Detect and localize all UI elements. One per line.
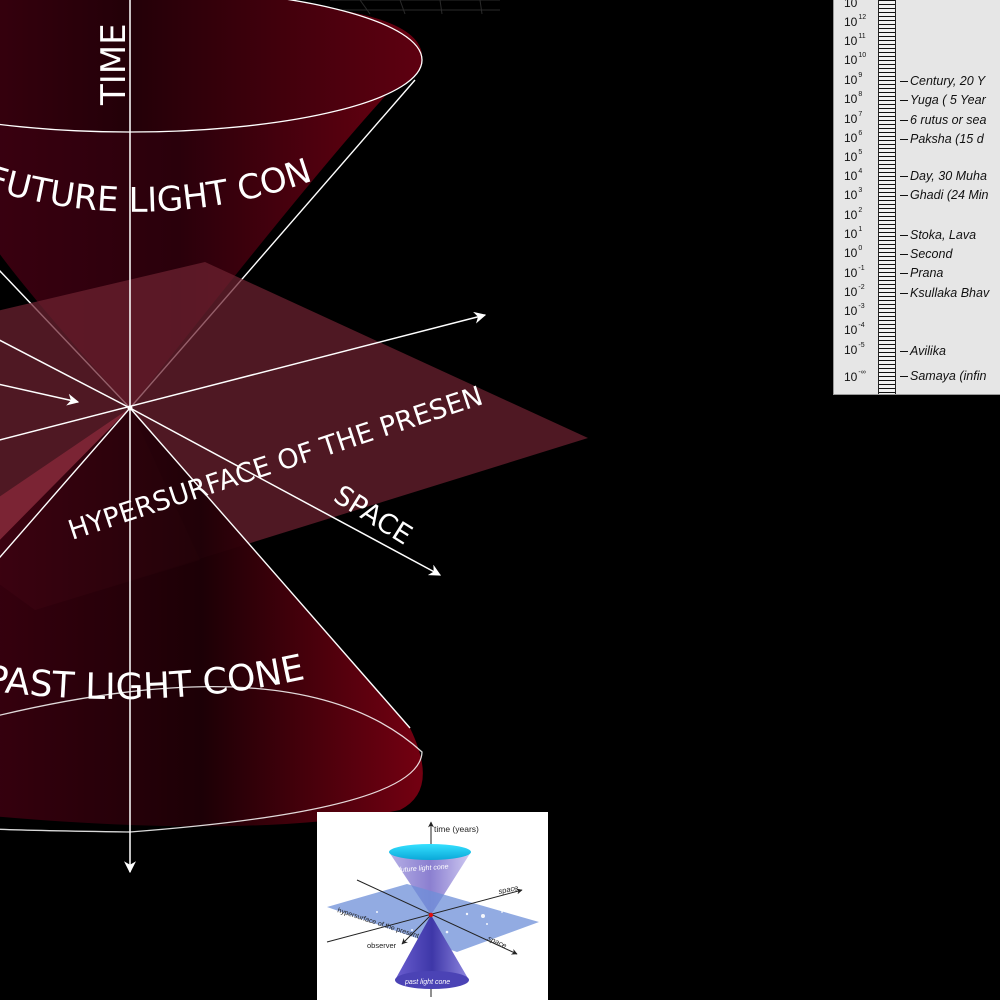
exponent-label: 10-1 <box>844 265 865 280</box>
event-label: Avilika <box>900 344 946 358</box>
exponent-label: 101 <box>844 226 863 241</box>
exponent-label: 10-5 <box>844 342 865 357</box>
exponent-label: 109 <box>844 72 863 87</box>
mini-space-label-1: space <box>498 883 519 896</box>
exponent-label: 1010 <box>844 52 867 67</box>
mini-light-cone-diagram: time (years) future light cone past ligh… <box>317 812 548 1000</box>
background-grid <box>330 0 500 15</box>
exponent-label: 105 <box>844 149 863 164</box>
exponent-label: 107 <box>844 111 863 126</box>
exponent-label: 1011 <box>844 33 866 48</box>
event-label: Day, 30 Muha <box>900 169 987 183</box>
exponent-label: 1013 <box>844 0 866 10</box>
exponent-label: 102 <box>844 207 863 222</box>
event-label: Century, 20 Y <box>900 74 985 88</box>
exponent-label: 108 <box>844 91 863 106</box>
exponent-label: 103 <box>844 187 863 202</box>
event-label: Prana <box>900 266 943 280</box>
event-label: Ksullaka Bhav <box>900 286 989 300</box>
time-scale-panel: 1013 1012 1011 1010 109 108 107 106 105 104 103 102… <box>833 0 1000 395</box>
exponent-label: 10-2 <box>844 284 865 299</box>
mini-observer-point <box>428 912 434 918</box>
mini-past-label: past light cone <box>404 979 450 986</box>
image-canvas: TIME FUTURE LIGHT CONE PAST LIGHT CONE H… <box>0 0 1000 1000</box>
event-label: 6 rutus or sea <box>900 113 986 127</box>
exponent-label: 104 <box>844 168 863 183</box>
exponent-label: 10-∞ <box>844 369 866 384</box>
mini-time-label: time (years) <box>434 824 479 834</box>
observer-point <box>127 405 133 411</box>
event-label: Second <box>900 247 952 261</box>
exponent-label: 10-4 <box>844 322 865 337</box>
exponent-label: 106 <box>844 130 863 145</box>
exponent-label: 1012 <box>844 14 867 29</box>
exponent-label: 10-3 <box>844 303 865 318</box>
event-label: Paksha (15 d <box>900 132 984 146</box>
event-label: Ghadi (24 Min <box>900 188 989 202</box>
time-label: TIME <box>94 23 134 106</box>
event-label: Samaya (infin <box>900 369 986 383</box>
log-scale-ruler <box>878 0 896 394</box>
exponent-label: 100 <box>844 245 863 260</box>
event-label: Stoka, Lava <box>900 228 976 242</box>
event-label: Yuga ( 5 Year <box>900 93 986 107</box>
mini-space-label-2: space <box>486 934 508 951</box>
mini-diagram-svg: time (years) future light cone past ligh… <box>326 821 539 997</box>
mini-observer-label: observer <box>367 941 397 950</box>
